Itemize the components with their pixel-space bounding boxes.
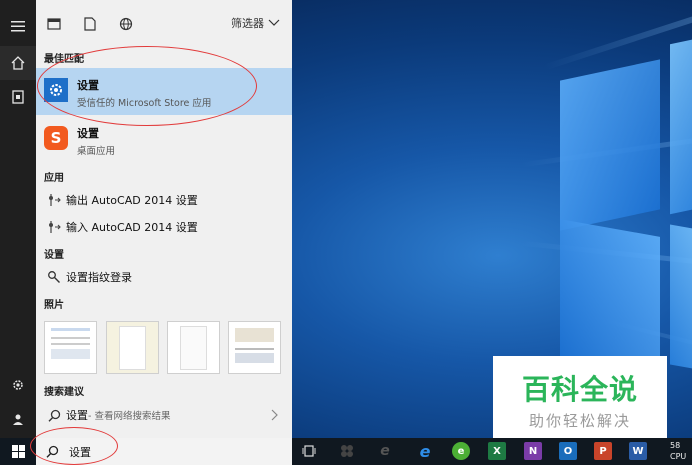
- section-search-suggestions: 搜索建议: [44, 387, 84, 398]
- section-photos: 照片: [44, 300, 64, 311]
- search-icon: [48, 409, 60, 422]
- chevron-right-icon: [271, 409, 278, 421]
- task-view-icon: [302, 445, 316, 457]
- app-result-label: 输入 AutoCAD 2014 设置: [66, 221, 198, 234]
- ie-icon-dim[interactable]: e: [376, 442, 394, 460]
- powerpoint-icon[interactable]: P: [594, 442, 612, 460]
- best-match-subtitle: 受信任的 Microsoft Store 应用: [77, 98, 212, 109]
- panel-toolbar: 筛选器: [36, 0, 292, 46]
- filter-label: 筛选器: [231, 17, 264, 30]
- watermark-title: 百科全说: [521, 373, 638, 406]
- ie-icon[interactable]: e: [416, 442, 434, 461]
- all-results-tab[interactable]: [46, 16, 62, 32]
- file-icon: [84, 17, 96, 31]
- settings-slider-icon: [49, 221, 61, 233]
- documents-tab[interactable]: [82, 16, 98, 32]
- settings-result-label: 设置指纹登录: [66, 271, 132, 284]
- section-apps: 应用: [44, 173, 64, 184]
- section-best-match: 最佳匹配: [44, 54, 84, 65]
- tray-status[interactable]: 58 CPU: [670, 440, 692, 462]
- home-icon: [11, 56, 25, 70]
- web-tab[interactable]: [118, 16, 134, 32]
- settings-app-icon: [44, 78, 68, 102]
- user-button[interactable]: [0, 402, 36, 436]
- best-match-title: 设置: [77, 79, 99, 92]
- tray-value: 58: [670, 441, 681, 450]
- suggestion-term: 设置: [66, 409, 88, 422]
- chevron-down-icon: [268, 19, 280, 26]
- hamburger-icon: [11, 21, 25, 32]
- second-match-result[interactable]: S 设置 桌面应用: [36, 120, 292, 158]
- tray-label: CPU: [670, 452, 687, 461]
- word-icon[interactable]: W: [629, 442, 647, 460]
- window-icon: [47, 18, 61, 30]
- start-button[interactable]: [0, 438, 36, 465]
- filter-dropdown[interactable]: 筛选器: [231, 15, 280, 31]
- photo-thumbnail[interactable]: [44, 321, 97, 374]
- web-search-suggestion[interactable]: 设置 - 查看网络搜索结果: [36, 403, 292, 427]
- search-icon: [46, 445, 59, 458]
- globe-icon: [119, 17, 133, 31]
- taskbar: 设置 e e e X N O P W 58 CPU: [0, 438, 692, 465]
- settings-result-fingerprint[interactable]: 设置指纹登录: [36, 264, 292, 290]
- second-match-subtitle: 桌面应用: [77, 146, 116, 157]
- task-view-button[interactable]: [300, 442, 318, 460]
- windows-logo-icon: [11, 445, 25, 458]
- section-settings: 设置: [44, 250, 64, 261]
- suggestion-hint: - 查看网络搜索结果: [88, 411, 171, 422]
- windows-logo-pane: [560, 219, 660, 377]
- gear-icon: [13, 380, 23, 390]
- gear-icon: [50, 84, 62, 96]
- menu-button[interactable]: [0, 9, 36, 43]
- photo-thumbnail[interactable]: [167, 321, 220, 374]
- sogou-app-icon: S: [44, 126, 68, 150]
- search-input-value: 设置: [69, 445, 91, 459]
- green-browser-icon[interactable]: e: [452, 442, 470, 460]
- settings-slider-icon: [49, 194, 61, 206]
- app-result-export[interactable]: 输出 AutoCAD 2014 设置: [36, 187, 292, 213]
- app-icon-1[interactable]: [338, 442, 356, 460]
- key-icon: [48, 271, 60, 283]
- documents-button[interactable]: [0, 80, 36, 114]
- photo-thumbnail[interactable]: [106, 321, 159, 374]
- windows-logo-pane: [670, 224, 692, 372]
- home-button[interactable]: [0, 46, 36, 80]
- watermark-badge: 百科全说 助你轻松解决: [493, 356, 667, 438]
- user-feedback-icon: [13, 414, 23, 425]
- windows-logo-pane: [560, 59, 660, 231]
- photo-thumbnail[interactable]: [228, 321, 281, 374]
- taskbar-search-box[interactable]: 设置: [36, 438, 292, 465]
- excel-icon[interactable]: X: [488, 442, 506, 460]
- settings-rail-button[interactable]: [0, 368, 36, 402]
- watermark-subtitle: 助你轻松解决: [528, 412, 631, 430]
- best-match-result[interactable]: 设置 受信任的 Microsoft Store 应用: [36, 68, 292, 115]
- windows-logo-pane: [670, 35, 692, 215]
- start-rail: [0, 0, 36, 438]
- app-result-import[interactable]: 输入 AutoCAD 2014 设置: [36, 214, 292, 240]
- onenote-icon[interactable]: N: [524, 442, 542, 460]
- outlook-icon[interactable]: O: [559, 442, 577, 460]
- clover-icon: [341, 445, 353, 457]
- second-match-title: 设置: [77, 127, 99, 140]
- search-results-panel: 筛选器 最佳匹配 设置 受信任的 Microsoft Store 应用 S 设置…: [36, 0, 292, 438]
- app-result-label: 输出 AutoCAD 2014 设置: [66, 194, 198, 207]
- document-icon: [12, 90, 24, 104]
